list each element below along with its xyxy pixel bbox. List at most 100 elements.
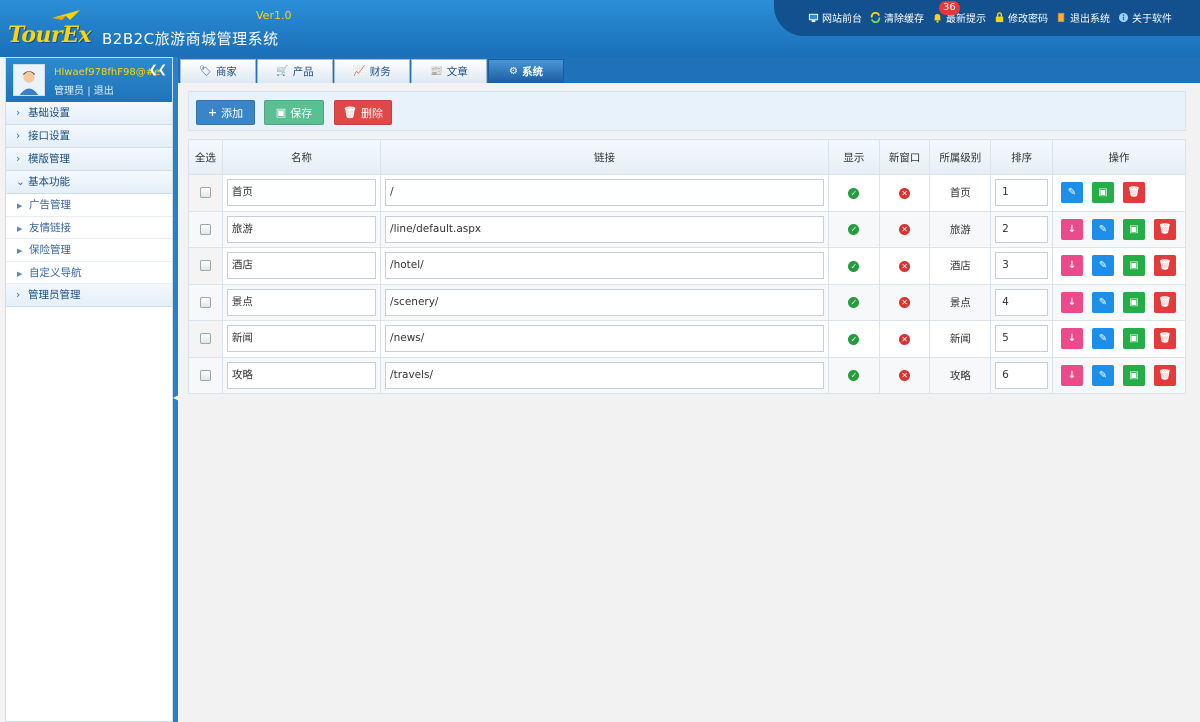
sidebar-group-basic-functions[interactable]: ⌄ 基本功能	[6, 171, 172, 194]
name-input[interactable]: 新闻	[226, 325, 377, 353]
check-circle-icon[interactable]: ✓	[848, 370, 860, 382]
row-select-cell	[188, 320, 223, 358]
row-save-button[interactable]: ▣	[1123, 364, 1145, 386]
name-cell: 酒店	[221, 247, 382, 285]
topnav-item-frontend[interactable]: 网站前台	[808, 10, 862, 25]
row-checkbox[interactable]	[199, 333, 211, 345]
tab-merchant[interactable]: 🏷 商家	[180, 59, 256, 83]
row-checkbox[interactable]	[199, 223, 211, 235]
link-input[interactable]: /scenery/	[385, 288, 824, 316]
move-down-button[interactable]: ↓	[1061, 291, 1083, 313]
x-circle-icon[interactable]: ✕	[899, 260, 911, 272]
check-circle-icon[interactable]: ✓	[848, 333, 860, 345]
sort-input[interactable]: 1	[995, 179, 1048, 207]
x-circle-icon[interactable]: ✕	[899, 370, 911, 382]
logout-link[interactable]: 退出	[94, 86, 114, 97]
edit-button[interactable]: ✎	[1092, 328, 1114, 350]
row-checkbox[interactable]	[199, 187, 211, 199]
trash-icon: 🗑	[1127, 187, 1141, 199]
name-input[interactable]: 首页	[226, 179, 377, 207]
save-button[interactable]: ▣ 保存	[264, 100, 324, 125]
delete-button[interactable]: 🗑 删除	[334, 100, 392, 125]
move-down-button[interactable]: ↓	[1061, 218, 1083, 240]
topnav-item-clear-cache[interactable]: 清除缓存	[870, 10, 924, 25]
row-delete-button[interactable]: 🗑	[1154, 291, 1176, 313]
sort-input[interactable]: 2	[995, 215, 1048, 243]
name-input[interactable]: 酒店	[226, 252, 377, 280]
row-save-button[interactable]: ▣	[1123, 291, 1145, 313]
sidebar-item-friend-links[interactable]: ▶ 友情链接	[6, 216, 172, 239]
sort-input[interactable]: 4	[995, 288, 1048, 316]
x-circle-icon[interactable]: ✕	[899, 333, 911, 345]
tab-finance[interactable]: 📈 财务	[334, 59, 410, 83]
link-input[interactable]: /	[385, 179, 824, 207]
check-circle-icon[interactable]: ✓	[848, 187, 860, 199]
topnav-item-notifications[interactable]: 36 最新提示	[932, 1, 986, 25]
collapse-sidebar-icon[interactable]: ❮❮	[149, 63, 167, 76]
check-circle-icon[interactable]: ✓	[848, 260, 860, 272]
edit-button[interactable]: ✎	[1092, 218, 1114, 240]
column-sort-header: 排序	[990, 139, 1053, 175]
row-save-button[interactable]: ▣	[1123, 328, 1145, 350]
row-delete-button[interactable]: 🗑	[1154, 328, 1176, 350]
sort-input[interactable]: 3	[995, 252, 1048, 280]
x-circle-icon[interactable]: ✕	[899, 187, 911, 199]
tab-product[interactable]: 🛒 产品	[257, 59, 333, 83]
name-input[interactable]: 旅游	[226, 215, 377, 243]
table-row: 酒店/hotel/✓ ✕ 酒店 3 ↓ ✎ ▣ 🗑	[188, 247, 1186, 285]
row-checkbox[interactable]	[199, 369, 211, 381]
version-label: Ver1.0	[256, 9, 292, 22]
topnav-item-logout[interactable]: 退出系统	[1056, 10, 1110, 25]
sidebar-item-label: 基础设置	[28, 107, 70, 119]
link-input[interactable]: /news/	[385, 325, 824, 353]
notification-badge: 36	[939, 1, 960, 15]
table-row: 攻略/travels/✓ ✕ 攻略 6 ↓ ✎ ▣ 🗑	[188, 356, 1186, 394]
link-input[interactable]: /travels/	[385, 361, 824, 389]
sidebar-group-interface-settings[interactable]: › 接口设置	[6, 125, 172, 148]
topnav-item-change-password[interactable]: 修改密码	[994, 10, 1048, 25]
check-circle-icon[interactable]: ✓	[848, 224, 860, 236]
edit-button[interactable]: ✎	[1092, 364, 1114, 386]
sort-input[interactable]: 6	[995, 361, 1048, 389]
info-icon	[1118, 12, 1129, 23]
name-input[interactable]: 攻略	[226, 361, 377, 389]
row-delete-button[interactable]: 🗑	[1154, 364, 1176, 386]
row-select-cell	[188, 283, 223, 321]
tab-article[interactable]: 📰 文章	[411, 59, 487, 83]
sidebar-item-custom-nav[interactable]: ▶ 自定义导航	[6, 261, 172, 284]
row-delete-button[interactable]: 🗑	[1123, 182, 1145, 204]
x-circle-icon[interactable]: ✕	[899, 224, 911, 236]
sidebar-group-basic-settings[interactable]: › 基础设置	[6, 102, 172, 125]
edit-button[interactable]: ✎	[1092, 291, 1114, 313]
add-button[interactable]: + 添加	[196, 100, 255, 125]
move-down-button[interactable]: ↓	[1061, 255, 1083, 277]
sidebar-item-ads[interactable]: ▶ 广告管理	[6, 194, 172, 217]
edit-button[interactable]: ✎	[1092, 255, 1114, 277]
check-circle-icon[interactable]: ✓	[848, 297, 860, 309]
tab-system[interactable]: ⚙ 系统	[488, 59, 564, 83]
level-cell: 新闻	[929, 320, 992, 358]
row-delete-button[interactable]: 🗑	[1154, 255, 1176, 277]
name-input[interactable]: 景点	[226, 288, 377, 316]
x-circle-icon[interactable]: ✕	[899, 297, 911, 309]
edit-button[interactable]: ✎	[1061, 182, 1083, 204]
sidebar-group-template[interactable]: › 模版管理	[6, 148, 172, 171]
row-delete-button[interactable]: 🗑	[1154, 218, 1176, 240]
sidebar: Hlwaef978fhF98@#e 管理员 | 退出 ❮❮ › 基础设置 › 接口设…	[5, 57, 173, 722]
chart-icon: 📈	[353, 66, 366, 77]
link-input[interactable]: /line/default.aspx	[385, 215, 824, 243]
topnav-item-about[interactable]: 关于软件	[1118, 10, 1172, 25]
row-actions: ✎ ▣ 🗑	[1053, 182, 1185, 204]
sort-input[interactable]: 5	[995, 325, 1048, 353]
row-save-button[interactable]: ▣	[1092, 182, 1114, 204]
select-all-header[interactable]: 全选	[188, 139, 223, 175]
sidebar-item-insurance[interactable]: ▶ 保险管理	[6, 239, 172, 262]
row-save-button[interactable]: ▣	[1123, 255, 1145, 277]
row-checkbox[interactable]	[199, 296, 211, 308]
move-down-button[interactable]: ↓	[1061, 328, 1083, 350]
row-save-button[interactable]: ▣	[1123, 218, 1145, 240]
sidebar-group-admin[interactable]: › 管理员管理	[6, 284, 172, 307]
move-down-button[interactable]: ↓	[1061, 364, 1083, 386]
row-checkbox[interactable]	[199, 260, 211, 272]
link-input[interactable]: /hotel/	[385, 252, 824, 280]
